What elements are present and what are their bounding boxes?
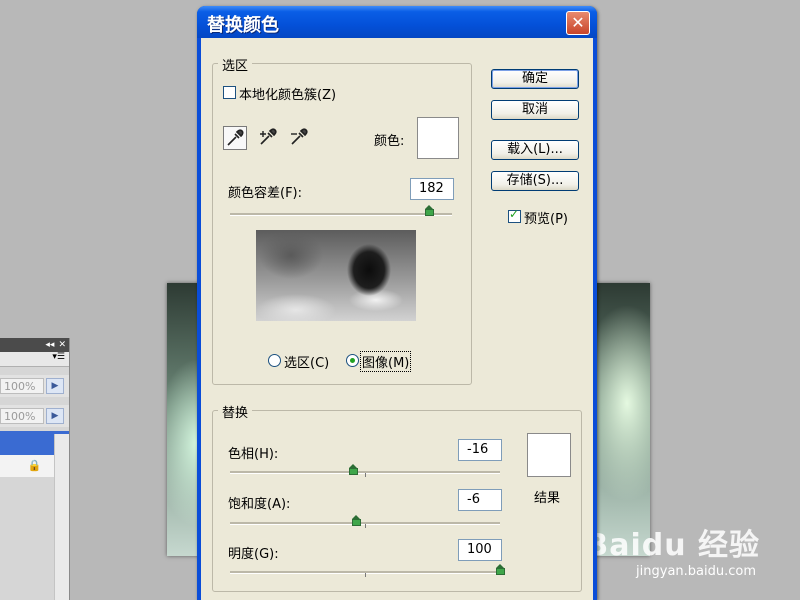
color-label: 颜色: [374, 134, 405, 149]
selection-group [212, 63, 472, 385]
result-color-swatch [527, 433, 571, 477]
selection-color-swatch[interactable] [417, 117, 459, 159]
eyedropper-minus-icon[interactable] [287, 126, 311, 150]
layers-panel: ◂◂ ✕ ▾☰ 100% ▶ 100% ▶ 🔒 [0, 338, 70, 600]
lightness-input[interactable]: 100 [458, 539, 502, 561]
load-button[interactable]: 载入(L)... [491, 140, 579, 160]
lightness-center-tick [365, 573, 366, 577]
close-icon[interactable]: ✕ [566, 11, 590, 35]
panel-scrollbar[interactable] [54, 434, 69, 600]
localized-clusters-label: 本地化颜色簇(Z) [239, 88, 337, 103]
saturation-input[interactable]: -6 [458, 489, 502, 511]
radio-selection-label: 选区(C) [284, 356, 330, 371]
replacement-legend: 替换 [218, 402, 253, 421]
radio-selection[interactable] [268, 354, 281, 367]
fuzziness-label: 颜色容差(F): [228, 186, 303, 201]
panel-close-icon[interactable]: ✕ [58, 340, 66, 350]
saturation-center-tick [365, 524, 366, 528]
panel-menu-icon[interactable]: ▾☰ [0, 352, 69, 367]
selection-legend: 选区 [218, 55, 253, 74]
hue-input[interactable]: -16 [458, 439, 502, 461]
hue-center-tick [365, 473, 366, 477]
eyedropper-plus-icon[interactable] [256, 126, 280, 150]
opacity-row: 100% ▶ [0, 375, 69, 397]
preview-checkbox[interactable] [508, 207, 521, 223]
dialog-body: 选区 本地化颜色簇(Z) 颜色: 颜色容差(F): 182 选区(C) 图像(M… [201, 38, 593, 600]
collapse-icon[interactable]: ◂◂ [45, 340, 54, 350]
fuzziness-slider-track[interactable] [230, 213, 452, 216]
replace-color-dialog: 替换颜色 ✕ 选区 本地化颜色簇(Z) 颜色: 颜色容差(F): 182 选区(… [197, 6, 597, 600]
title-bar[interactable]: 替换颜色 ✕ [197, 6, 597, 38]
saturation-slider-thumb[interactable] [352, 515, 362, 526]
saturation-label: 饱和度(A): [228, 497, 291, 512]
localized-clusters-checkbox[interactable] [223, 86, 236, 99]
lightness-slider-thumb[interactable] [495, 564, 505, 575]
fuzziness-slider-thumb[interactable] [425, 205, 435, 216]
fuzziness-input[interactable]: 182 [410, 178, 454, 200]
fill-arrow-button[interactable]: ▶ [46, 408, 64, 424]
opacity-field[interactable]: 100% [0, 378, 44, 394]
preview-label: 预览(P) [524, 212, 568, 227]
watermark-brand: Baidu 经验 [585, 528, 760, 563]
fill-row: 100% ▶ [0, 405, 69, 427]
fill-field[interactable]: 100% [0, 408, 44, 424]
panel-header: ◂◂ ✕ [0, 338, 69, 352]
hue-slider-thumb[interactable] [348, 464, 358, 475]
radio-image-label: 图像(M) [360, 351, 412, 372]
eyedropper-icon[interactable] [223, 126, 247, 150]
ok-button[interactable]: 确定 [491, 69, 579, 89]
result-label: 结果 [534, 491, 561, 506]
lightness-label: 明度(G): [228, 547, 279, 562]
hue-label: 色相(H): [228, 447, 279, 462]
dialog-title: 替换颜色 [207, 15, 279, 36]
opacity-arrow-button[interactable]: ▶ [46, 378, 64, 394]
save-button[interactable]: 存储(S)... [491, 171, 579, 191]
cancel-button[interactable]: 取消 [491, 100, 579, 120]
radio-image[interactable] [346, 354, 359, 367]
watermark-url: jingyan.baidu.com [636, 564, 756, 579]
selection-preview [256, 230, 416, 321]
